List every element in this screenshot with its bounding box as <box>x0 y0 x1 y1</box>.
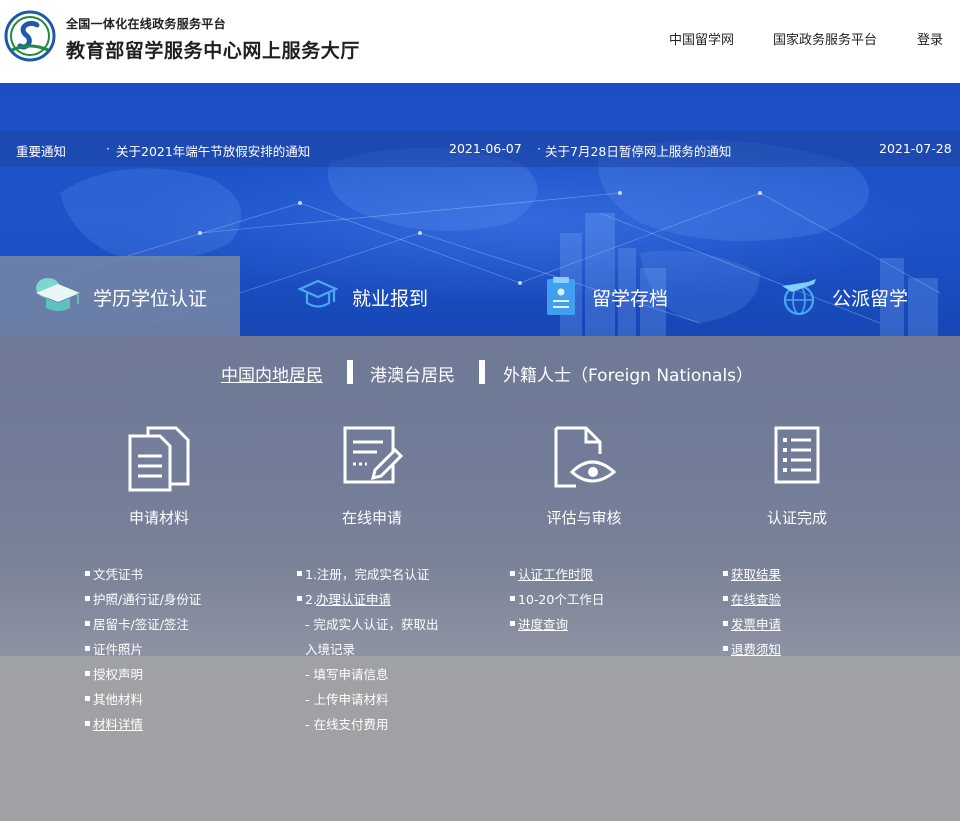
material-item: 护照/通行证/身份证 <box>93 592 202 607</box>
apply-certification-link[interactable]: 办理认证申请 <box>316 592 391 608</box>
tab-study-archive[interactable]: 留学存档 <box>480 256 720 336</box>
list-bullet: ▪ <box>296 593 303 604</box>
application-substep: - 在线支付费用 <box>305 717 389 732</box>
mortarboard-outline-icon <box>298 279 338 308</box>
step-title-completed: 认证完成 <box>766 509 827 527</box>
notice-item-dragon-boat[interactable]: 关于2021年端午节放假安排的通知 <box>116 141 310 160</box>
link-national-gov-platform[interactable]: 国家政务服务平台 <box>773 29 877 48</box>
tab-employment-report[interactable]: 就业报到 <box>240 256 480 336</box>
list-bullet: ▪ <box>722 593 729 604</box>
list-bullet: ▪ <box>84 693 91 704</box>
notice-item-service-suspension[interactable]: 关于7月28日暂停网上服务的通知 <box>545 141 731 160</box>
processing-time-link[interactable]: 认证工作时限 <box>518 567 593 583</box>
list-bullet: ▪ <box>84 568 91 579</box>
notice-bar: 重要通知 · 关于2021年端午节放假安排的通知 2021-06-07 · 关于… <box>0 131 960 167</box>
application-substep: 入境记录 <box>305 642 356 657</box>
material-item: 其他材料 <box>93 692 144 707</box>
checklist-icon <box>774 426 820 484</box>
archive-document-icon <box>547 277 575 315</box>
list-bullet: ▪ <box>84 718 91 729</box>
tab-label: 学历学位认证 <box>93 288 208 310</box>
panel-footer-area <box>0 656 960 821</box>
list-bullet: ▪ <box>722 643 729 654</box>
form-edit-icon <box>343 426 403 484</box>
list-bullet: ▪ <box>296 568 303 579</box>
region-tab-mainland[interactable]: 中国内地居民 <box>221 361 323 386</box>
platform-subtitle: 全国一体化在线政务服务平台 <box>66 17 226 31</box>
progress-query-link[interactable]: 进度查询 <box>518 617 568 633</box>
list-bullet: ▪ <box>84 593 91 604</box>
documents-icon <box>128 426 190 492</box>
region-tab-foreign-nationals[interactable]: 外籍人士（Foreign Nationals） <box>503 361 753 386</box>
tab-label: 留学存档 <box>592 288 669 310</box>
region-divider <box>479 360 485 384</box>
document-eye-icon <box>554 426 616 488</box>
notice-bullet: · <box>106 141 110 156</box>
certification-panel <box>0 336 960 656</box>
tab-label: 公派留学 <box>832 288 909 310</box>
list-bullet: ▪ <box>84 643 91 654</box>
step-title-evaluation: 评估与审核 <box>546 509 622 527</box>
list-bullet: ▪ <box>509 618 516 629</box>
material-item: 文凭证书 <box>93 567 144 582</box>
list-bullet: ▪ <box>509 593 516 604</box>
login-link[interactable]: 登录 <box>917 29 943 48</box>
online-verification-link[interactable]: 在线查验 <box>731 592 781 608</box>
site-logo-icon[interactable] <box>4 10 56 62</box>
notice-date: 2021-06-07 <box>449 141 522 156</box>
notice-bullet: · <box>537 141 541 156</box>
application-step: 1.注册，完成实名认证 <box>305 567 430 582</box>
application-substep: - 填写申请信息 <box>305 667 389 682</box>
list-bullet: ▪ <box>722 618 729 629</box>
region-divider <box>347 360 353 384</box>
notice-label: 重要通知 <box>16 144 67 159</box>
notice-date: 2021-07-28 <box>879 141 952 156</box>
application-substep: - 完成实人认证，获取出 <box>305 617 439 632</box>
refund-notice-link[interactable]: 退费须知 <box>731 642 781 658</box>
link-china-study-abroad[interactable]: 中国留学网 <box>669 29 734 48</box>
step-title-materials: 申请材料 <box>128 509 189 527</box>
get-result-link[interactable]: 获取结果 <box>731 567 781 583</box>
site-title[interactable]: 教育部留学服务中心网上服务大厅 <box>66 36 360 63</box>
graduation-cap-icon <box>36 278 80 311</box>
material-details-link[interactable]: 材料详情 <box>93 717 143 733</box>
material-item: 授权声明 <box>93 667 144 682</box>
invoice-request-link[interactable]: 发票申请 <box>731 617 781 633</box>
material-item: 居留卡/签证/签注 <box>93 617 189 632</box>
tab-label: 就业报到 <box>352 288 429 310</box>
list-bullet: ▪ <box>509 568 516 579</box>
globe-plane-icon <box>782 279 816 316</box>
tab-degree-certification[interactable]: 学历学位认证 <box>0 256 240 336</box>
list-bullet: ▪ <box>84 618 91 629</box>
tab-government-sponsored-study[interactable]: 公派留学 <box>720 256 960 336</box>
region-tab-hk-macao-taiwan[interactable]: 港澳台居民 <box>370 361 455 386</box>
list-bullet: ▪ <box>722 568 729 579</box>
processing-time-value: 10-20个工作日 <box>518 592 605 607</box>
application-substep: - 上传申请材料 <box>305 692 389 707</box>
list-bullet: ▪ <box>84 668 91 679</box>
step-title-online-application: 在线申请 <box>341 509 402 527</box>
material-item: 证件照片 <box>93 642 144 657</box>
site-header: 全国一体化在线政务服务平台 教育部留学服务中心网上服务大厅 中国留学网 国家政务… <box>0 0 960 83</box>
